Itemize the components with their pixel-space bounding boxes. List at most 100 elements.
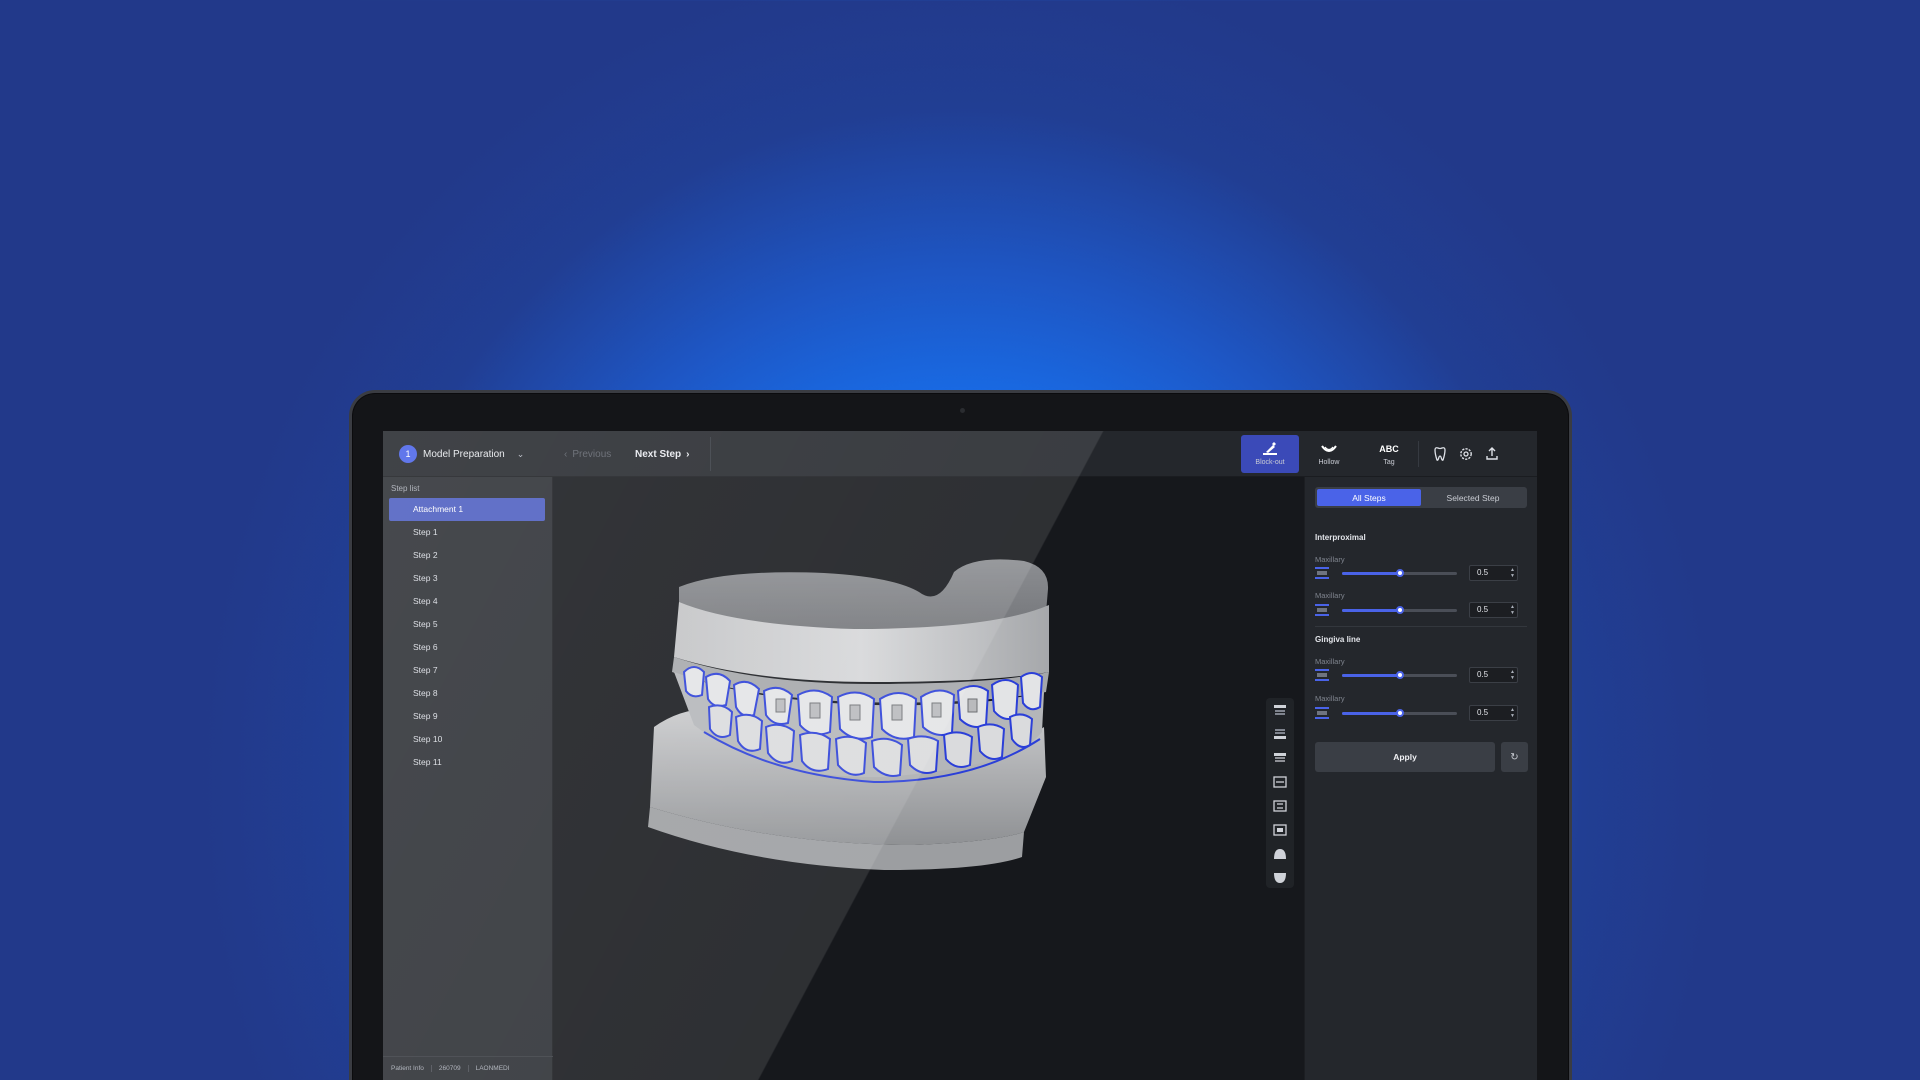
row-label: Maxillary (1315, 694, 1345, 703)
tag-tool[interactable]: ABC Tag (1360, 435, 1418, 473)
value-text: 0.5 (1477, 708, 1489, 717)
patient-name: LAONMEDI (475, 1065, 510, 1072)
view-lower-button[interactable] (1266, 866, 1294, 890)
value-input[interactable]: 0.5 ▲ ▼ (1469, 602, 1518, 618)
stepper-arrows-icon[interactable]: ▲ ▼ (1510, 604, 1515, 616)
upload-icon (1486, 447, 1498, 460)
app-screen: 1 Model Preparation ⌄ ‹ Previous Next St… (383, 431, 1537, 1080)
step-list-item[interactable]: Step 9 (389, 705, 545, 728)
divider (1418, 441, 1419, 467)
view-top-button[interactable] (1266, 698, 1294, 722)
slider-handle[interactable] (1395, 709, 1404, 717)
value-input[interactable]: 0.5 ▲ ▼ (1469, 705, 1518, 721)
slider-fill (1342, 609, 1400, 612)
slider-handle[interactable] (1395, 606, 1404, 614)
view-toolbar (1266, 698, 1294, 888)
view-left-button[interactable] (1266, 794, 1294, 818)
tab-all-steps[interactable]: All Steps (1317, 489, 1421, 506)
reset-button[interactable]: ↻ (1501, 742, 1528, 772)
settings-button[interactable] (1456, 444, 1476, 464)
slider-fill (1342, 674, 1400, 677)
view-upper-button[interactable] (1266, 842, 1294, 866)
slider-handle[interactable] (1395, 569, 1404, 577)
value-input[interactable]: 0.5 ▲ ▼ (1469, 565, 1518, 581)
gingiva-line-heading: Gingiva line (1315, 635, 1361, 644)
apply-button[interactable]: Apply (1315, 742, 1495, 772)
gingiva-row-1: 0.5 ▲ ▼ (1315, 667, 1527, 683)
view-top-icon (1274, 705, 1286, 715)
tooth-icon (1434, 447, 1446, 461)
value-slider[interactable] (1342, 709, 1457, 717)
stage-dropdown[interactable]: 1 Model Preparation ⌄ (399, 445, 524, 463)
patient-id: 260709 (439, 1065, 469, 1072)
tag-label: Tag (1383, 459, 1395, 466)
chevron-left-icon: ‹ (564, 449, 568, 460)
refresh-icon: ↻ (1510, 751, 1519, 763)
stepper-arrows-icon[interactable]: ▲ ▼ (1510, 669, 1515, 681)
step-list-item[interactable]: Step 7 (389, 659, 545, 682)
top-bar: 1 Model Preparation ⌄ ‹ Previous Next St… (383, 431, 1537, 477)
stepper-arrows-icon[interactable]: ▲ ▼ (1510, 707, 1515, 719)
next-step-label: Next Step (635, 449, 682, 460)
gingiva-icon (1315, 707, 1329, 719)
step-list-item[interactable]: Step 11 (389, 751, 545, 774)
view-right-button[interactable] (1266, 818, 1294, 842)
step-list-item[interactable]: Step 10 (389, 728, 545, 751)
view-right-icon (1273, 824, 1287, 836)
hollow-icon (1321, 445, 1337, 452)
view-back-icon (1273, 776, 1287, 788)
value-text: 0.5 (1477, 605, 1489, 614)
slider-handle[interactable] (1395, 671, 1404, 679)
chevron-down-icon: ⌄ (516, 448, 525, 459)
step-list-item[interactable]: Step 1 (389, 521, 545, 544)
value-slider[interactable] (1342, 606, 1457, 614)
stage-number-badge: 1 (399, 445, 417, 463)
divider (710, 437, 711, 471)
stage-title: Model Preparation (423, 448, 505, 460)
export-button[interactable] (1482, 444, 1502, 464)
step-scope-toggle: All Steps Selected Step (1315, 487, 1527, 508)
3d-viewport[interactable] (554, 477, 1304, 1080)
step-list-item-attachment[interactable]: Attachment 1 (389, 498, 545, 521)
value-slider[interactable] (1342, 671, 1457, 679)
hollow-tool[interactable]: Hollow (1300, 435, 1358, 473)
view-front-button[interactable] (1266, 746, 1294, 770)
step-list: Attachment 1 Step 1 Step 2 Step 3 Step 4 Step… (389, 498, 545, 774)
dental-model[interactable] (554, 477, 1304, 1080)
value-input[interactable]: 0.5 ▲ ▼ (1469, 667, 1518, 683)
interproximal-icon (1315, 567, 1329, 579)
value-text: 0.5 (1477, 670, 1489, 679)
step-list-heading: Step list (391, 484, 420, 493)
gingiva-row-2: 0.5 ▲ ▼ (1315, 705, 1527, 721)
step-list-item[interactable]: Step 6 (389, 636, 545, 659)
view-left-icon (1273, 800, 1287, 812)
next-step-button[interactable]: Next Step › (635, 449, 689, 460)
previous-button[interactable]: ‹ Previous (564, 449, 611, 460)
interproximal-row-2: 0.5 ▲ ▼ (1315, 602, 1527, 618)
block-out-label: Block-out (1255, 459, 1285, 466)
patient-info-label: Patient Info (391, 1065, 432, 1072)
block-out-tool[interactable]: Block-out (1241, 435, 1299, 473)
step-list-sidebar: Step list Attachment 1 Step 1 Step 2 Step 3… (383, 477, 553, 1080)
previous-label: Previous (572, 449, 612, 460)
step-list-item[interactable]: Step 4 (389, 590, 545, 613)
upper-jaw-icon (1274, 849, 1286, 859)
tooth-button[interactable] (1430, 444, 1450, 464)
view-back-button[interactable] (1266, 770, 1294, 794)
gingiva-icon (1315, 669, 1329, 681)
tab-selected-step[interactable]: Selected Step (1421, 489, 1525, 506)
step-list-item[interactable]: Step 2 (389, 544, 545, 567)
step-list-item[interactable]: Step 8 (389, 682, 545, 705)
camera (960, 408, 965, 413)
step-list-item[interactable]: Step 3 (389, 567, 545, 590)
block-out-icon (1263, 442, 1277, 455)
view-front-icon (1274, 753, 1286, 762)
value-slider[interactable] (1342, 569, 1457, 577)
divider (1315, 626, 1527, 627)
lower-jaw-icon (1274, 873, 1286, 883)
row-label: Maxillary (1315, 591, 1345, 600)
step-list-item[interactable]: Step 5 (389, 613, 545, 636)
hollow-label: Hollow (1318, 459, 1340, 466)
view-bottom-button[interactable] (1266, 722, 1294, 746)
stepper-arrows-icon[interactable]: ▲ ▼ (1510, 567, 1515, 579)
